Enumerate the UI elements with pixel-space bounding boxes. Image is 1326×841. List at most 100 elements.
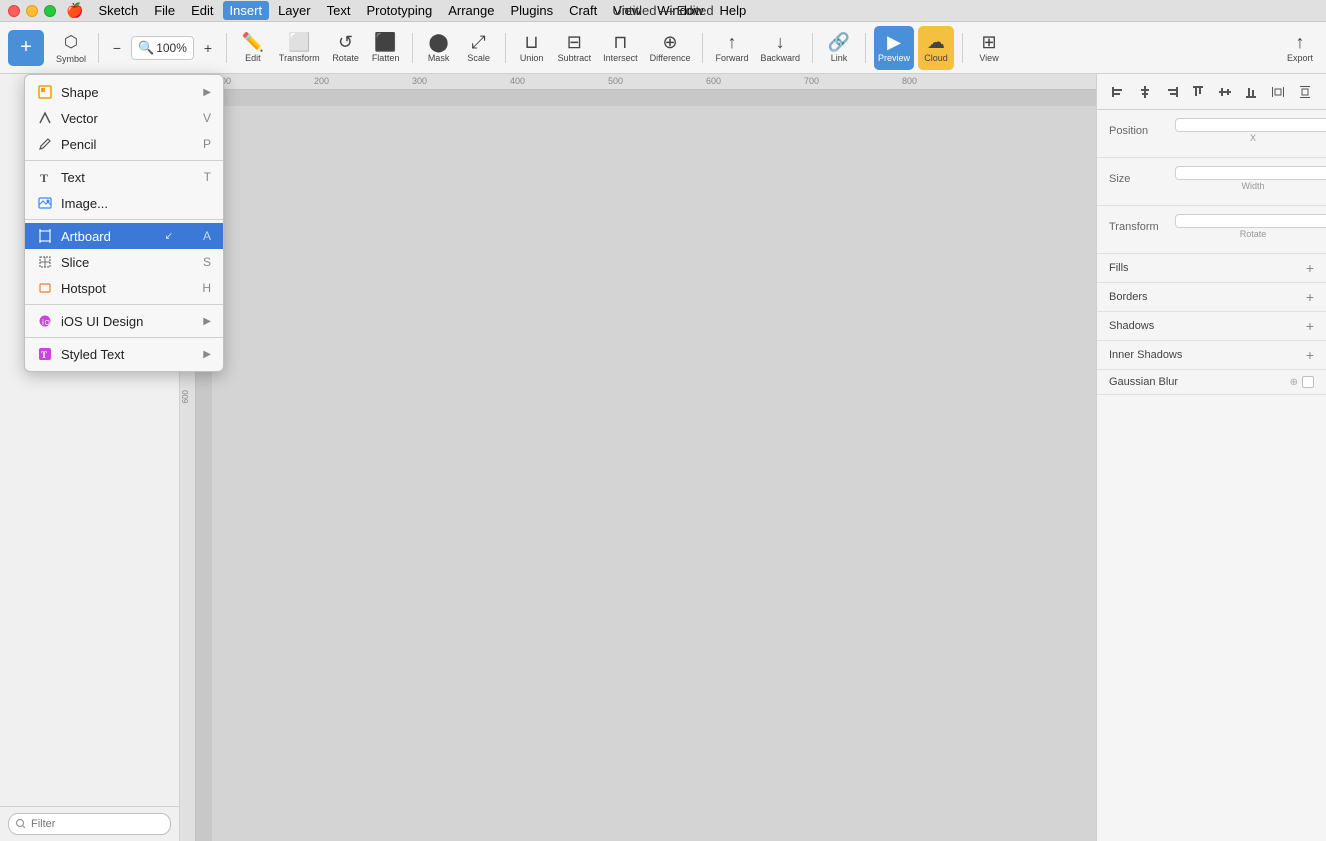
gaussian-blur-label: Gaussian Blur <box>1109 376 1178 388</box>
transform-icon: ⬜ <box>288 33 310 51</box>
menu-item-text[interactable]: T Text T <box>25 164 223 190</box>
transform-row: Transform Rotate Flip <box>1109 214 1314 239</box>
inner-shadows-section[interactable]: Inner Shadows + <box>1097 341 1326 370</box>
menu-help[interactable]: Help <box>712 1 753 20</box>
menu-item-slice[interactable]: Slice S <box>25 249 223 275</box>
fills-section[interactable]: Fills + <box>1097 254 1326 283</box>
menu-edit[interactable]: Edit <box>184 1 220 20</box>
link-button[interactable]: 🔗 Link <box>821 26 857 70</box>
menu-item-image[interactable]: Image... <box>25 190 223 216</box>
fills-add-button[interactable]: + <box>1306 260 1314 276</box>
gaussian-blur-section[interactable]: Gaussian Blur ⊕ <box>1097 370 1326 395</box>
menu-item-vector[interactable]: Vector V <box>25 105 223 131</box>
zoom-in-button[interactable]: + <box>198 26 218 70</box>
menu-item-hotspot[interactable]: Hotspot H <box>25 275 223 301</box>
ios-label: iOS UI Design <box>61 314 195 329</box>
width-input[interactable] <box>1175 166 1326 180</box>
zoom-value: 100% <box>156 41 187 55</box>
menu-plugins[interactable]: Plugins <box>503 1 560 20</box>
divider-3 <box>25 304 223 305</box>
canvas-area[interactable]: 400 500 600 <box>180 90 1096 841</box>
menu-arrange[interactable]: Arrange <box>441 1 501 20</box>
align-bottom-button[interactable] <box>1241 82 1261 102</box>
align-left-button[interactable] <box>1108 82 1128 102</box>
zoom-display[interactable]: 🔍 100% <box>131 36 194 60</box>
align-center-h-button[interactable] <box>1135 82 1155 102</box>
position-row: Position X Y <box>1109 118 1314 143</box>
view-button[interactable]: ⊞ View <box>971 26 1007 70</box>
mask-button[interactable]: ⬤ Mask <box>421 26 457 70</box>
shadows-label: Shadows <box>1109 320 1154 332</box>
minimize-button[interactable] <box>26 5 38 17</box>
gaussian-blur-add-icon[interactable]: ⊕ <box>1290 377 1298 388</box>
menu-item-pencil[interactable]: Pencil P <box>25 131 223 157</box>
canvas[interactable] <box>212 106 1096 841</box>
menu-layer[interactable]: Layer <box>271 1 318 20</box>
gaussian-blur-checkbox[interactable] <box>1302 376 1314 388</box>
flatten-button[interactable]: ⬛ Flatten <box>368 26 404 70</box>
menu-file[interactable]: File <box>147 1 182 20</box>
align-right-button[interactable] <box>1162 82 1182 102</box>
export-button[interactable]: ↑ Export <box>1282 26 1318 70</box>
backward-button[interactable]: ↓ Backward <box>757 26 805 70</box>
right-panel: Position X Y Size Width 🔒 <box>1096 74 1326 841</box>
forward-button[interactable]: ↑ Forward <box>711 26 752 70</box>
difference-button[interactable]: ⊕ Difference <box>646 26 695 70</box>
shadows-add-button[interactable]: + <box>1306 318 1314 334</box>
distribute-v-button[interactable] <box>1295 82 1315 102</box>
align-center-v-button[interactable] <box>1215 82 1235 102</box>
apple-menu[interactable]: 🍎 <box>66 2 83 19</box>
menu-item-ios[interactable]: i OS iOS UI Design ▶ <box>25 308 223 334</box>
menu-prototyping[interactable]: Prototyping <box>359 1 439 20</box>
maximize-button[interactable] <box>44 5 56 17</box>
add-icon: + <box>20 36 32 59</box>
intersect-icon: ⊓ <box>613 33 627 51</box>
alignment-bar <box>1097 74 1326 110</box>
styled-text-arrow-icon: ▶ <box>203 349 211 360</box>
backward-icon: ↓ <box>776 33 785 51</box>
subtract-button[interactable]: ⊟ Subtract <box>554 26 596 70</box>
insert-symbol-button[interactable]: ⬡ Symbol <box>52 26 90 70</box>
distribute-h-button[interactable] <box>1268 82 1288 102</box>
menu-sketch[interactable]: Sketch <box>91 1 145 20</box>
borders-section[interactable]: Borders + <box>1097 283 1326 312</box>
scale-button[interactable]: ⤢ Scale <box>461 26 497 70</box>
flatten-icon: ⬛ <box>374 33 396 51</box>
edit-button[interactable]: ✏️ Edit <box>235 26 271 70</box>
canvas-wrapper: 100 200 300 400 500 600 700 800 400 500 … <box>180 74 1096 841</box>
menu-insert[interactable]: Insert <box>223 1 270 20</box>
menu-item-artboard[interactable]: Artboard ↙ A <box>25 223 223 249</box>
rotate-input[interactable] <box>1175 214 1326 228</box>
transform-button[interactable]: ⬜ Transform <box>275 26 324 70</box>
close-button[interactable] <box>8 5 20 17</box>
add-button[interactable]: + <box>8 30 44 66</box>
menu-craft[interactable]: Craft <box>562 1 604 20</box>
hotspot-shortcut: H <box>202 281 211 295</box>
menu-text[interactable]: Text <box>320 1 358 20</box>
menu-item-shape[interactable]: Shape ▶ <box>25 79 223 105</box>
zoom-out-button[interactable]: − <box>107 26 127 70</box>
text-label: Text <box>61 170 196 185</box>
align-top-button[interactable] <box>1188 82 1208 102</box>
slice-icon <box>37 254 53 270</box>
preview-button[interactable]: ▶ Preview <box>874 26 914 70</box>
horizontal-ruler: 100 200 300 400 500 600 700 800 <box>196 74 1096 90</box>
rotate-col: Rotate <box>1175 214 1326 239</box>
intersect-button[interactable]: ⊓ Intersect <box>599 26 642 70</box>
borders-add-button[interactable]: + <box>1306 289 1314 305</box>
hotspot-label: Hotspot <box>61 281 194 296</box>
x-input[interactable] <box>1175 118 1326 132</box>
menu-bar: 🍎 Sketch File Edit Insert Layer Text Pro… <box>0 0 1326 22</box>
rotate-button[interactable]: ↺ Rotate <box>328 26 364 70</box>
subtract-icon: ⊟ <box>567 33 582 51</box>
union-button[interactable]: ⊔ Union <box>514 26 550 70</box>
inner-shadows-add-button[interactable]: + <box>1306 347 1314 363</box>
width-label: Width <box>1175 181 1326 191</box>
artboard-shortcut: A <box>203 229 211 243</box>
cloud-button[interactable]: ☁ Cloud <box>918 26 954 70</box>
menu-item-styled-text[interactable]: T Styled Text ▶ <box>25 341 223 367</box>
divider-1 <box>25 160 223 161</box>
filter-input[interactable] <box>8 813 171 835</box>
styled-text-icon: T <box>37 346 53 362</box>
shadows-section[interactable]: Shadows + <box>1097 312 1326 341</box>
